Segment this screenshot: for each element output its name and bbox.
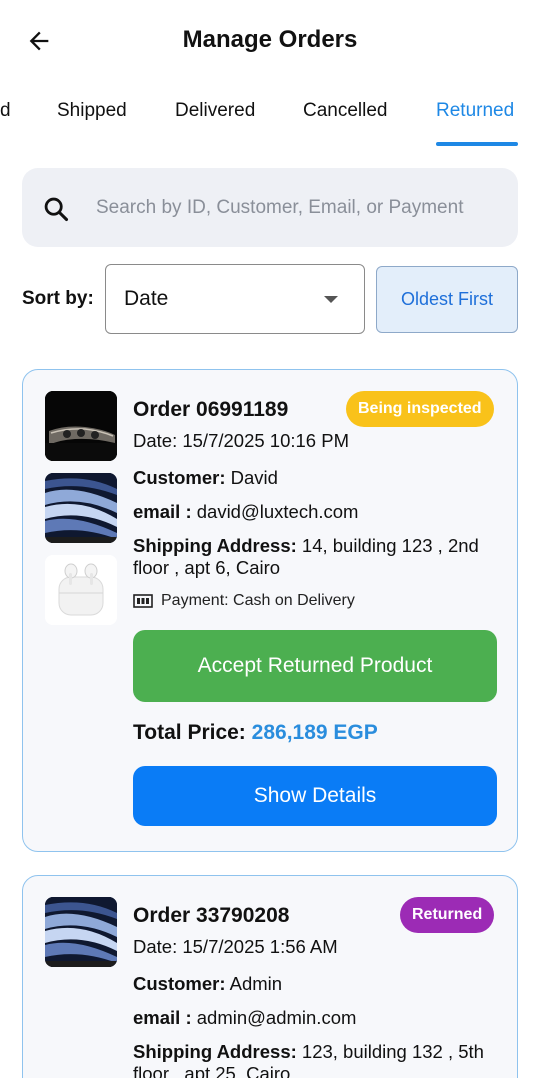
accept-returned-product-button[interactable]: Accept Returned Product [133,630,497,702]
email-row: email : admin@admin.com [133,1007,356,1029]
email-row: email : david@luxtech.com [133,501,358,523]
customer-row: Customer: Admin [133,973,282,995]
total-price-row: Total Price: 286,189 EGP [133,721,378,745]
customer-name: David [225,467,278,488]
shipping-address-label: Shipping Address: [133,1041,297,1062]
macbook-thumbnail [45,897,117,967]
shipping-address-row: Shipping Address: 123, building 132 , 5t… [133,1041,484,1063]
status-badge: Being inspected [346,391,494,427]
chevron-down-icon [324,296,338,303]
customer-name: Admin [225,973,283,994]
customer-email: david@luxtech.com [191,501,359,522]
sort-order-button[interactable]: Oldest First [376,266,518,333]
page-title: Manage Orders [182,26,358,53]
shipping-address-label: Shipping Address: [133,535,297,556]
email-label: email : [133,501,192,522]
order-card: Order 33790208 Returned Date: 15/7/2025 … [22,875,518,1078]
search-input[interactable] [96,192,506,224]
order-id: Order 33790208 [133,904,290,927]
shipping-address-line2: floor , apt 6, Cairo [133,557,281,578]
shipping-address-line1: 14, building 123 , 2nd [296,535,479,556]
shipping-address-line1: 123, building 132 , 5th [296,1041,484,1062]
search-bar [22,168,518,247]
order-date: Date: 15/7/2025 10:16 PM [133,430,349,451]
tab-processed[interactable]: d [0,100,11,122]
total-price-value: 286,189 EGP [251,721,378,744]
sort-selected-value: Date [124,287,169,310]
airpods-thumbnail [45,555,117,625]
tab-cancelled[interactable]: Cancelled [303,100,388,122]
sort-dropdown[interactable]: Date [105,264,365,334]
order-id: Order 06991189 [133,398,289,421]
cash-icon [133,594,153,608]
status-tabs: d Shipped Delivered Cancelled Returned [0,92,540,148]
payment-method: Payment: Cash on Delivery [161,592,355,609]
iphone-camera-thumbnail [45,391,117,461]
tab-shipped[interactable]: Shipped [57,100,127,122]
customer-email: admin@admin.com [191,1007,357,1028]
total-price-label: Total Price: [133,721,246,744]
active-tab-indicator [436,142,518,146]
search-icon [44,197,69,222]
macbook-thumbnail [45,473,117,543]
app-bar: Manage Orders [0,0,540,80]
shipping-address-line2: floor , apt 25, Cairo [133,1063,291,1078]
sort-label: Sort by: [22,288,94,309]
tab-returned[interactable]: Returned [436,100,514,122]
show-details-button[interactable]: Show Details [133,766,497,826]
order-card: Order 06991189 Being inspected Date: 15/… [22,369,518,852]
order-date: Date: 15/7/2025 1:56 AM [133,936,338,957]
status-badge: Returned [400,897,495,933]
shipping-address-row: Shipping Address: 14, building 123 , 2nd [133,535,479,557]
customer-label: Customer: [133,467,226,488]
customer-row: Customer: David [133,467,278,489]
customer-label: Customer: [133,973,226,994]
payment-row: Payment: Cash on Delivery [133,592,355,610]
email-label: email : [133,1007,192,1028]
tab-delivered[interactable]: Delivered [175,100,255,122]
